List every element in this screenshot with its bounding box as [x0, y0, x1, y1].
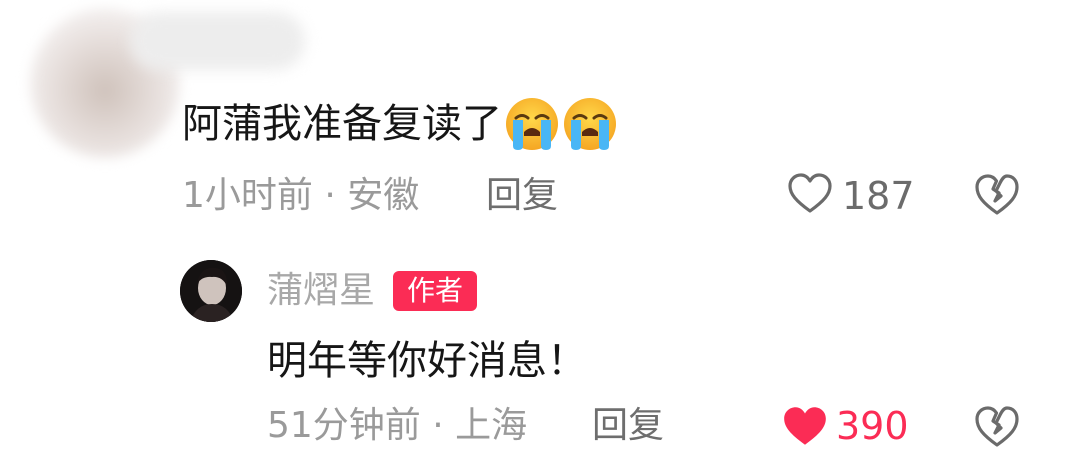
author-avatar-image — [180, 260, 242, 322]
reply-time-location: 51分钟前 · 上海 — [267, 405, 528, 446]
author-name[interactable]: 蒲熠星 — [267, 266, 375, 316]
crying-face-emoji — [506, 98, 558, 150]
author-avatar[interactable] — [180, 260, 242, 322]
like-count: 187 — [842, 174, 915, 218]
comment-time-location: 1小时前 · 安徽 — [182, 175, 420, 216]
reply-button[interactable]: 回复 — [592, 398, 664, 454]
crying-face-emoji — [564, 98, 616, 150]
reply-text: 明年等你好消息！ — [267, 338, 587, 384]
commenter-name-blurred — [130, 12, 305, 70]
comment-text: 阿蒲我准备复读了 — [182, 101, 502, 147]
heart-filled-icon[interactable] — [780, 402, 830, 452]
broken-heart-icon[interactable] — [972, 170, 1022, 220]
broken-heart-icon[interactable] — [972, 402, 1022, 452]
reply-button[interactable]: 回复 — [486, 168, 558, 224]
like-count: 390 — [836, 404, 909, 448]
heart-outline-icon[interactable] — [786, 170, 834, 218]
comment-body: 阿蒲我准备复读了 — [182, 96, 618, 152]
author-badge: 作者 — [393, 271, 477, 311]
